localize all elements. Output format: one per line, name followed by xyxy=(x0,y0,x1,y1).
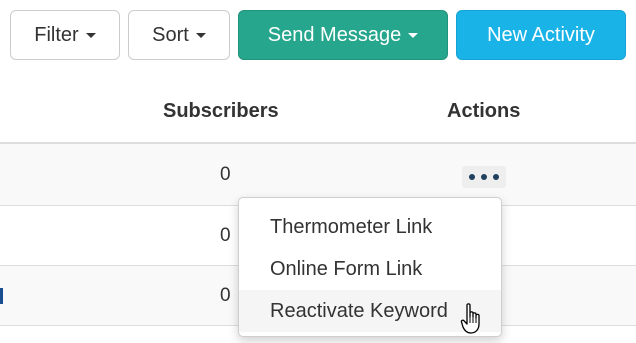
new-activity-button-label: New Activity xyxy=(487,23,595,46)
subscribers-cell: 0 xyxy=(220,284,231,306)
column-header-subscribers[interactable]: Subscribers xyxy=(163,80,279,142)
truncated-link-edge[interactable] xyxy=(0,288,3,304)
menu-item-online-form-link[interactable]: Online Form Link xyxy=(239,248,501,290)
chevron-down-icon xyxy=(408,32,419,38)
table-header: Subscribers Actions xyxy=(0,80,636,144)
subscribers-cell: 0 xyxy=(220,163,231,185)
sort-button[interactable]: Sort xyxy=(128,10,230,60)
chevron-down-icon xyxy=(85,32,96,38)
subscribers-cell: 0 xyxy=(220,224,231,246)
send-message-button[interactable]: Send Message xyxy=(238,10,448,60)
filter-button-label: Filter xyxy=(34,23,79,46)
hand-pointer-icon xyxy=(460,303,480,334)
row-actions-button[interactable] xyxy=(462,166,506,188)
column-header-actions: Actions xyxy=(447,99,521,122)
menu-item-thermometer-link[interactable]: Thermometer Link xyxy=(239,206,501,248)
toolbar: Filter Sort Send Message New Activity xyxy=(0,0,636,80)
sort-button-label: Sort xyxy=(152,23,189,46)
chevron-down-icon xyxy=(195,32,206,38)
filter-button[interactable]: Filter xyxy=(10,10,120,60)
send-message-button-label: Send Message xyxy=(267,23,402,46)
new-activity-button[interactable]: New Activity xyxy=(456,10,626,60)
more-horizontal-icon xyxy=(469,174,475,180)
